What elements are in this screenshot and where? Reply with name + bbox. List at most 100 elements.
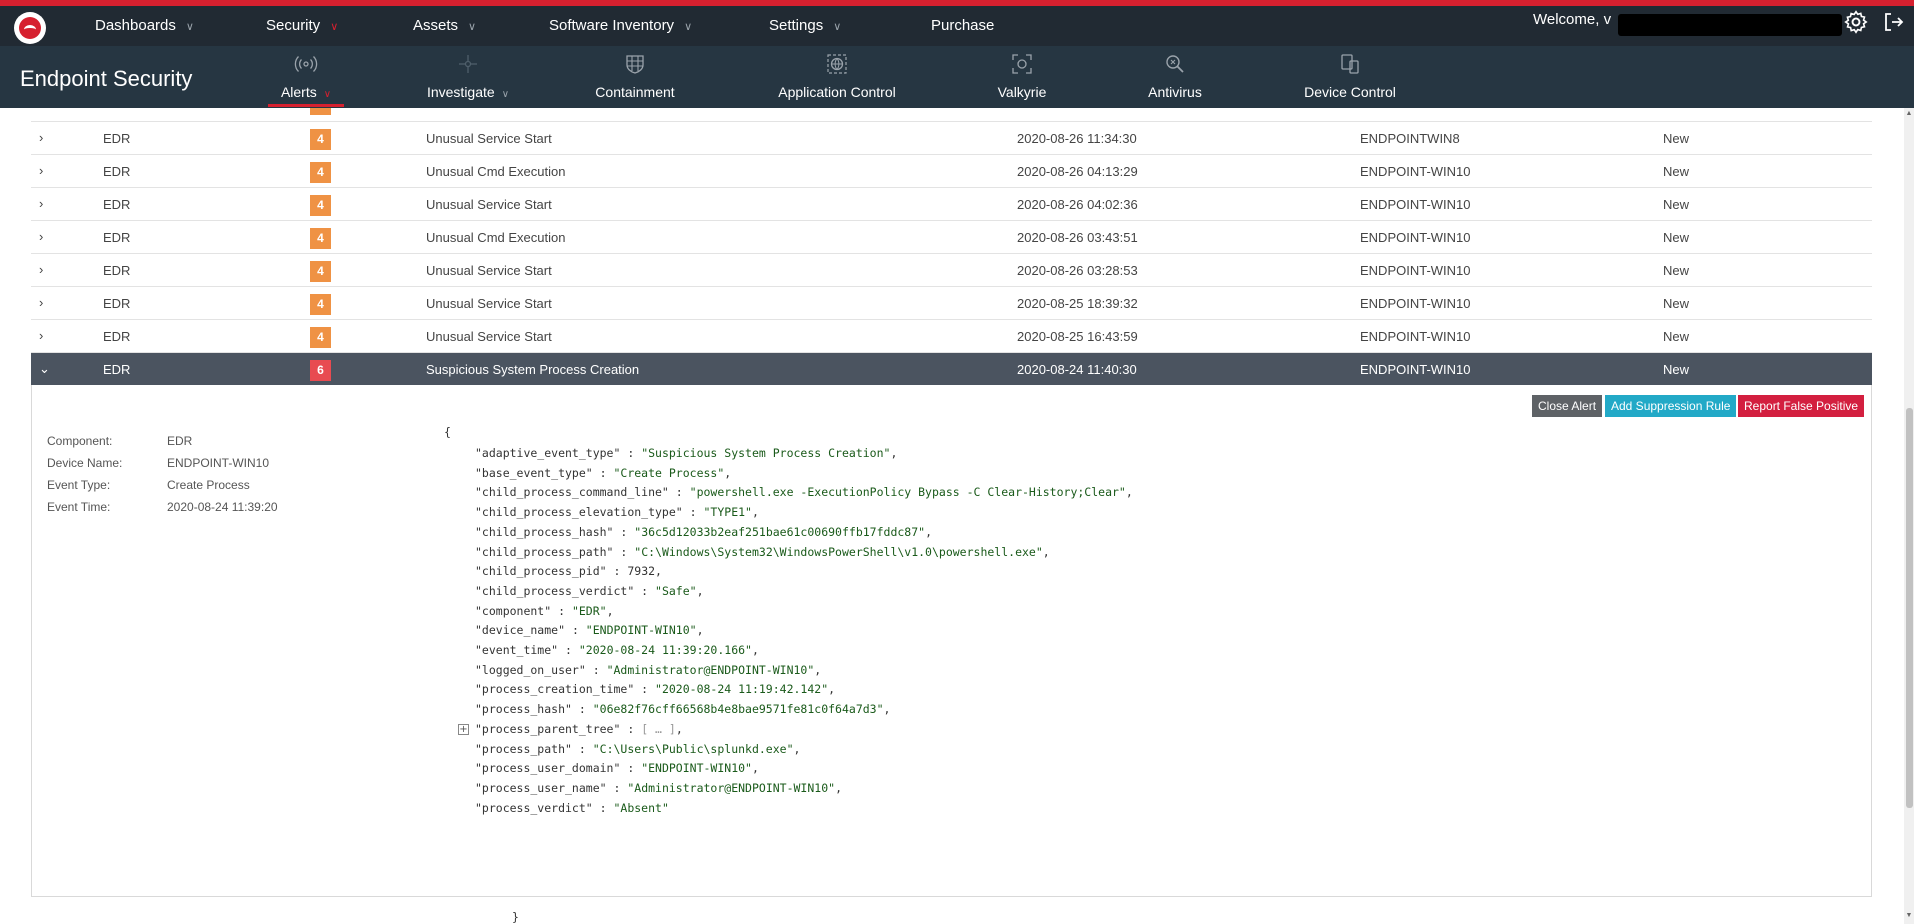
collapse-icon[interactable]: ⌄ [39,361,50,377]
json-colon: : [620,761,642,776]
topnav-security[interactable]: Security ∨ [266,17,338,34]
json-colon: : [620,721,642,736]
json-colon: : [565,623,586,638]
json-open-brace: { [444,425,451,439]
table-row[interactable]: › EDR 4 Unusual Service Start 2020-08-26… [31,122,1872,155]
field-label: Event Time: [47,500,111,514]
close-alert-button[interactable]: Close Alert [1532,395,1603,417]
json-line: "process_creation_time" : "2020-08-24 11… [475,682,835,700]
json-value: "ENDPOINT-WIN10" [585,623,697,638]
field-value: 2020-08-24 11:39:20 [167,500,278,514]
chevron-down-icon: ∨ [330,21,339,33]
field-label: Component: [47,434,113,448]
topnav-dashboards[interactable]: Dashboards ∨ [95,17,194,34]
json-value: "Administrator@ENDPOINT-WIN10" [606,662,815,677]
tab-alerts[interactable]: Alerts ∨ [268,46,344,108]
alert-device: ENDPOINT-WIN10 [1360,329,1471,344]
top-navigation-bar: Dashboards ∨ Security ∨ Assets ∨ Software I… [0,6,1914,46]
json-comma: , [814,662,822,677]
table-row[interactable]: › EDR 4 Unusual Cmd Execution 2020-08-26… [31,221,1872,254]
table-row[interactable]: › EDR 4 Unusual Service Start 2020-08-25… [31,320,1872,353]
json-colon: : [606,564,628,579]
scroll-up-icon[interactable]: ▲ [1905,110,1913,120]
expand-icon[interactable]: › [39,163,43,178]
topnav-purchase[interactable]: Purchase [931,17,994,34]
expand-icon[interactable]: › [39,262,43,277]
product-navigation-bar: Endpoint Security Alerts ∨ Investigate ∨ C… [0,46,1914,108]
logout-icon[interactable] [1882,10,1906,34]
topnav-software-inventory-label: Software Inventory [549,17,675,34]
json-colon: : [592,800,614,815]
json-comma: , [1125,485,1133,500]
add-suppression-rule-button[interactable]: Add Suppression Rule [1605,395,1737,417]
tab-valkyrie-label: Valkyrie [997,84,1047,100]
tab-device-control[interactable]: Device Control [1300,46,1400,108]
gear-icon[interactable] [1843,9,1869,35]
topnav-software-inventory[interactable]: Software Inventory ∨ [549,17,692,34]
alert-time: 2020-08-26 04:13:29 [1017,164,1138,179]
json-key: "device_name" [475,623,566,638]
json-comma: , [751,505,759,520]
table-row[interactable]: › EDR 4 Unusual Service Start 2020-08-25… [31,287,1872,320]
page-scrollbar[interactable]: ▲ ▼ [1904,108,1914,924]
chevron-down-icon: ∨ [684,21,693,33]
json-line: "base_event_type" : "Create Process", [475,466,731,484]
tab-antivirus[interactable]: Antivirus [1135,46,1215,108]
chevron-down-icon: ∨ [185,21,194,33]
table-row[interactable]: › EDR 4 Unusual Service Start 2020-08-26… [31,188,1872,221]
alerts-table: › EDR 4 Unusual Service Start 2020-08-26… [31,108,1872,386]
topnav-settings[interactable]: Settings ∨ [769,17,841,34]
json-comma: , [835,780,842,795]
expand-icon[interactable]: › [39,295,43,310]
json-line: "child_process_hash" : "36c5d12033b2eaf2… [475,525,932,543]
json-line: "child_process_path" : "C:\Windows\Syste… [475,545,1050,563]
json-value: [ … ] [641,721,676,736]
json-line: "logged_on_user" : "Administrator@ENDPOI… [475,663,821,681]
expand-icon[interactable]: › [39,130,43,145]
alert-time: 2020-08-26 04:02:36 [1017,197,1138,212]
json-line: + "process_parent_tree" : [ … ], [458,721,683,740]
scroll-down-icon[interactable]: ▼ [1905,912,1913,922]
report-false-positive-button[interactable]: Report False Positive [1738,395,1865,417]
tab-application-control[interactable]: Application Control [770,46,904,108]
tab-valkyrie[interactable]: Valkyrie [982,46,1062,108]
json-colon: : [551,603,572,618]
json-line: "process_path" : "C:\Users\Public\splunk… [475,742,800,760]
json-key: "child_process_pid" [475,564,607,579]
table-row[interactable]: › EDR 4 Unusual Service Start 2020-08-26… [31,254,1872,287]
expand-icon[interactable]: › [39,229,43,244]
logo-icon[interactable] [14,12,46,44]
json-key: "process_user_domain" [475,761,621,776]
topnav-security-label: Security [266,17,321,34]
expand-icon[interactable]: › [39,196,43,211]
alert-status: New [1663,296,1690,311]
json-colon: : [682,505,704,520]
json-key: "base_event_type" [475,465,593,480]
json-line: "adaptive_event_type" : "Suspicious Syst… [475,446,897,464]
expand-icon[interactable]: › [39,328,43,343]
table-row[interactable]: › EDR 4 Unusual Cmd Execution 2020-08-26… [31,155,1872,188]
json-key: "event_time" [475,643,559,657]
scrollbar-thumb[interactable] [1906,408,1913,808]
alert-status: New [1663,263,1690,278]
expand-node-icon[interactable]: + [458,723,469,735]
topnav-purchase-label: Purchase [931,17,995,34]
json-key: "component" [475,603,552,618]
json-line: "device_name" : "ENDPOINT-WIN10", [475,623,704,641]
json-comma: , [751,761,759,776]
json-comma: , [828,682,836,697]
json-line: "child_process_command_line" : "powershe… [475,485,1133,503]
redacted-username [1618,14,1842,36]
tab-containment[interactable]: Containment [585,46,685,108]
json-key: "child_process_path" [475,544,614,559]
json-line: "child_process_verdict" : "Safe", [475,584,704,602]
json-comma: , [1042,544,1050,559]
severity-badge: 6 [310,360,331,381]
alert-time: 2020-08-26 03:28:53 [1017,263,1138,278]
tab-investigate[interactable]: Investigate ∨ [418,46,518,108]
field-label: Event Type: [47,478,111,492]
json-colon: : [668,485,690,500]
grid-shield-icon [626,55,644,74]
table-row-selected[interactable]: ⌄ EDR 6 Suspicious System Process Creati… [31,353,1872,386]
topnav-assets[interactable]: Assets ∨ [413,17,476,34]
